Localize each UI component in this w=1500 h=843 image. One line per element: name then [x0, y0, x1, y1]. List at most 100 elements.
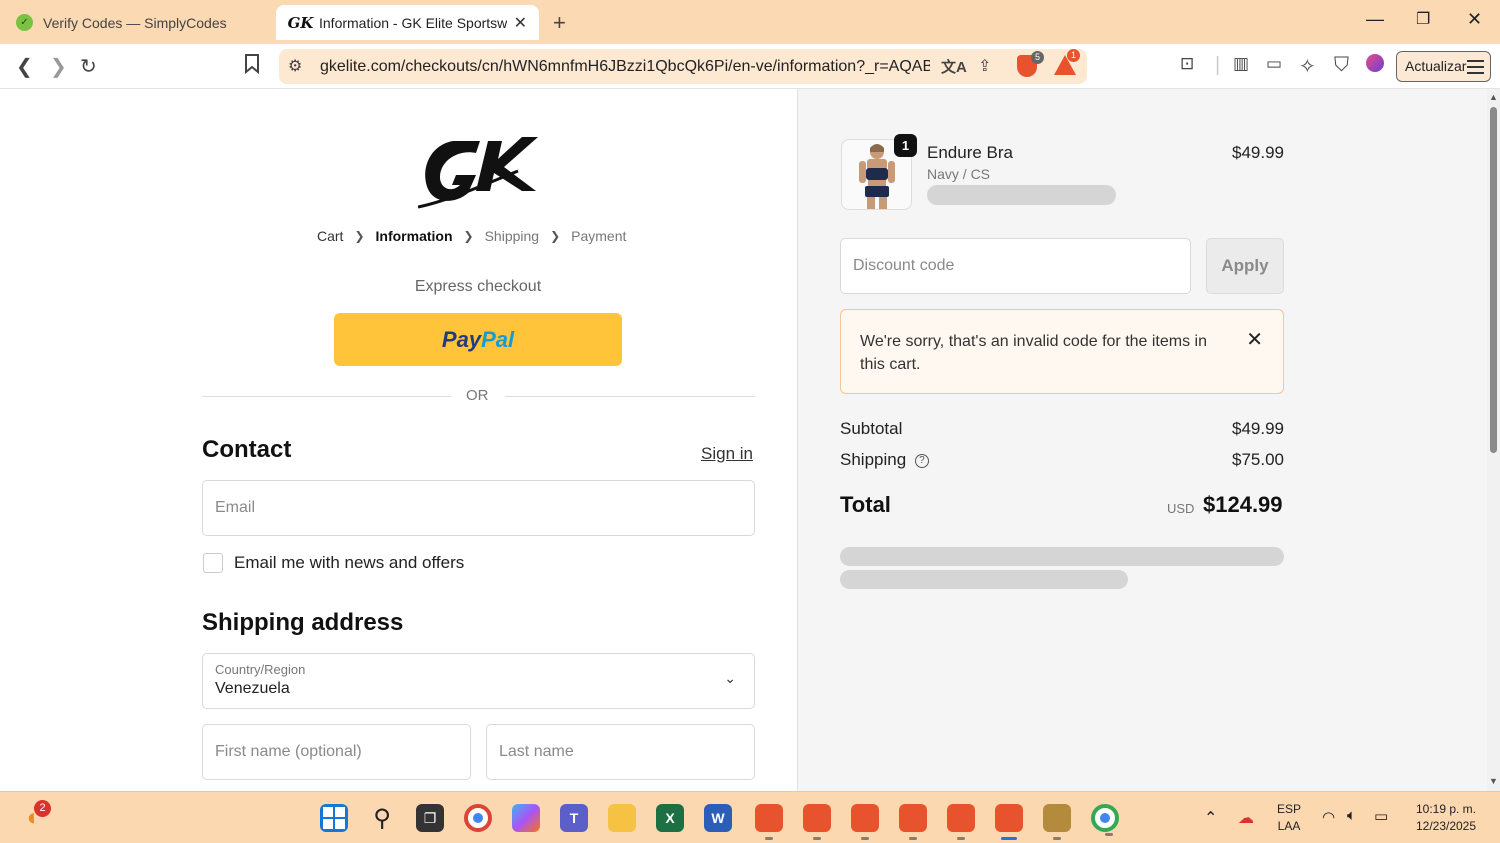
reload-icon[interactable]: ↻	[80, 54, 97, 79]
brave-profile-5-icon[interactable]	[947, 804, 975, 840]
paypal-button[interactable]: PayPal	[334, 313, 622, 366]
simplycodes-icon: ✓	[16, 14, 33, 31]
email-field[interactable]: Email	[202, 480, 755, 536]
total-value: $124.99	[1203, 492, 1283, 517]
sign-in-link[interactable]: Sign in	[701, 444, 753, 464]
start-icon[interactable]	[320, 804, 348, 832]
file-explorer-icon[interactable]	[608, 804, 636, 832]
first-name-field[interactable]: First name (optional)	[202, 724, 471, 780]
clock[interactable]: 10:19 p. m. 12/23/2025	[1404, 802, 1488, 833]
translate-icon[interactable]: 文A	[941, 56, 967, 77]
divider-left	[202, 396, 451, 397]
loading-skeleton	[927, 185, 1116, 205]
product-name: Endure Bra	[927, 143, 1013, 162]
reader-mode-icon[interactable]: ⊡	[1180, 54, 1194, 74]
total-label: Total	[840, 492, 891, 517]
network-status-icon[interactable]: ☁	[1238, 808, 1254, 828]
bookmark-icon[interactable]	[244, 54, 260, 80]
address-bar[interactable]: ⚙ gkelite.com/checkouts/cn/hWN6mnfmH6JBz…	[279, 49, 1087, 84]
minimize-icon[interactable]: —	[1366, 9, 1384, 30]
excel-icon[interactable]: X	[656, 804, 684, 832]
gk-logo-icon: GK	[287, 13, 314, 32]
back-icon[interactable]: ❮	[16, 54, 33, 79]
shipping-row-label: Shipping ?	[840, 450, 929, 470]
subtotal-value: $49.99	[1232, 419, 1284, 438]
discount-code-field[interactable]: Discount code	[840, 238, 1191, 294]
brave-shields-icon[interactable]: 5	[1017, 51, 1044, 77]
help-icon[interactable]: ?	[914, 453, 929, 468]
gk-elite-logo[interactable]	[417, 131, 540, 214]
chrome-canary-icon[interactable]	[1091, 804, 1119, 836]
brave-rewards-icon[interactable]: 1	[1054, 49, 1080, 75]
breadcrumb-cart[interactable]: Cart	[317, 228, 343, 244]
search-icon[interactable]: ⚲	[368, 804, 396, 832]
brave-profile-4-icon[interactable]	[899, 804, 927, 840]
or-divider-label: OR	[466, 387, 489, 404]
scroll-thumb[interactable]	[1490, 107, 1497, 453]
product-variant: Navy / CS	[927, 166, 991, 182]
teams-icon[interactable]: T	[560, 804, 588, 832]
vpn-icon[interactable]: ⛉	[1334, 54, 1349, 77]
first-name-placeholder: First name (optional)	[215, 743, 362, 760]
brave-profile-3-icon[interactable]	[851, 804, 879, 840]
sidebar-icon[interactable]: ▥	[1233, 54, 1249, 74]
newsletter-label[interactable]: Email me with news and offers	[234, 553, 464, 573]
browser-toolbar: ❮ ❯ ↻ ⚙ gkelite.com/checkouts/cn/hWN6mnf…	[0, 44, 1500, 89]
update-button[interactable]: Actualizar	[1396, 51, 1491, 82]
wallet-icon[interactable]: ▭	[1266, 54, 1282, 74]
newsletter-checkbox[interactable]	[203, 553, 223, 573]
country-select[interactable]: Country/Region Venezuela ⌄	[202, 653, 755, 709]
discount-placeholder: Discount code	[853, 257, 955, 274]
country-label: Country/Region	[215, 662, 306, 677]
forward-icon[interactable]: ❯	[50, 54, 67, 79]
shipping-label: Shipping	[840, 450, 907, 469]
maximize-icon[interactable]: ❐	[1416, 9, 1430, 29]
task-view-icon[interactable]: ❐	[416, 804, 444, 832]
menu-icon	[1467, 60, 1484, 78]
chrome-icon[interactable]	[464, 804, 492, 832]
close-window-icon[interactable]: ✕	[1467, 9, 1482, 30]
input-language[interactable]: ESP LAA	[1272, 802, 1306, 833]
close-icon[interactable]: ✕	[1246, 327, 1263, 352]
express-checkout-label: Express checkout	[414, 278, 542, 295]
loading-skeleton	[840, 547, 1284, 566]
site-settings-icon[interactable]: ⚙	[288, 56, 302, 76]
brave-profile-6-icon[interactable]	[995, 804, 1023, 840]
currency-code: USD	[1167, 501, 1195, 516]
breadcrumb-information: Information	[375, 228, 453, 244]
copilot-icon[interactable]	[512, 804, 540, 832]
profile-avatar[interactable]	[1366, 54, 1384, 78]
pointer-app-icon[interactable]	[1043, 804, 1071, 840]
notification-badge: 2	[34, 800, 51, 817]
volume-icon[interactable]: 🔈︎	[1347, 807, 1356, 824]
battery-icon[interactable]: ▭	[1374, 807, 1388, 825]
clock-time: 10:19 p. m.	[1415, 802, 1477, 816]
keyboard-layout: LAA	[1277, 819, 1301, 833]
brave-profile-1-icon[interactable]	[755, 804, 783, 840]
apply-discount-button[interactable]: Apply	[1206, 238, 1284, 294]
show-hidden-icons[interactable]: ⌃	[1204, 808, 1217, 828]
divider-right	[505, 396, 755, 397]
tab-simplycodes[interactable]: ✓ Verify Codes — SimplyCodes	[0, 5, 270, 40]
email-placeholder: Email	[215, 499, 256, 516]
windows-taskbar: ◐ 2 ⚲ ❐ T X W ⌃ ☁ ESP LAA ◠ 🔈︎ ▭ 10:19 p…	[0, 791, 1500, 843]
page-scrollbar[interactable]: ▲ ▼	[1487, 89, 1500, 791]
word-icon[interactable]: W	[704, 804, 732, 832]
leo-ai-icon[interactable]: ✧	[1299, 54, 1316, 79]
loading-skeleton	[840, 570, 1128, 589]
brave-profile-2-icon[interactable]	[803, 804, 831, 840]
update-label: Actualizar	[1405, 58, 1467, 74]
scroll-down-icon[interactable]: ▼	[1489, 776, 1498, 786]
tab-gk-elite[interactable]: GK Information - GK Elite Sportswear ✕	[276, 5, 539, 40]
chevron-right-icon: ❯	[354, 229, 365, 243]
new-tab-button[interactable]: +	[553, 10, 566, 36]
paypal-pay-text: Pay	[441, 327, 482, 352]
last-name-field[interactable]: Last name	[486, 724, 755, 780]
close-tab-icon[interactable]: ✕	[514, 13, 527, 33]
subtotal-label: Subtotal	[840, 419, 903, 438]
url-text[interactable]: gkelite.com/checkouts/cn/hWN6mnfmH6JBzzi…	[320, 58, 930, 76]
wifi-icon[interactable]: ◠	[1322, 808, 1335, 826]
share-icon[interactable]: ⇪	[978, 56, 991, 76]
chevron-down-icon: ⌄	[724, 670, 736, 686]
scroll-up-icon[interactable]: ▲	[1489, 92, 1498, 102]
